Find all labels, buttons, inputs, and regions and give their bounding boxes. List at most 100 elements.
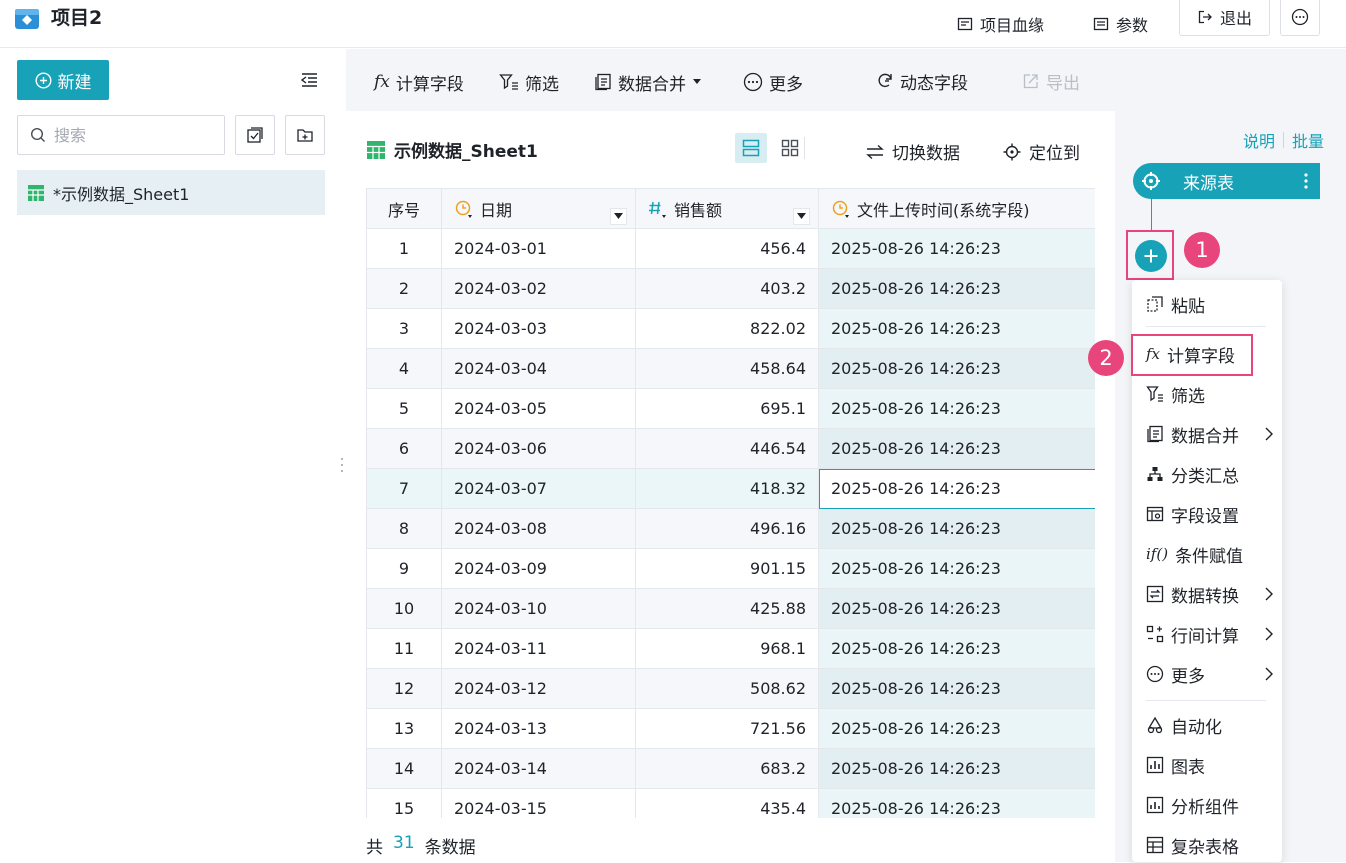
cell-sales[interactable]: 458.64 (635, 348, 819, 389)
cell-date[interactable]: 2024-03-10 (441, 588, 636, 629)
calc-field-button[interactable]: fx 计算字段 (374, 70, 464, 95)
cell-date[interactable]: 2024-03-13 (441, 708, 636, 749)
cell-index[interactable]: 15 (366, 788, 442, 818)
cell-upload-time[interactable]: 2025-08-26 14:26:23 (818, 428, 1095, 469)
data-merge-button[interactable]: 数据合并 (594, 70, 702, 95)
cell-index[interactable]: 1 (366, 228, 442, 269)
cell-date[interactable]: 2024-03-09 (441, 548, 636, 589)
cell-index[interactable]: 4 (366, 348, 442, 389)
filter-button[interactable]: 筛选 (499, 70, 559, 95)
column-dropdown-icon[interactable] (793, 207, 810, 225)
table-row[interactable]: 1 2024-03-01 456.4 2025-08-26 14:26:23 (366, 228, 1095, 269)
cell-upload-time[interactable]: 2025-08-26 14:26:23 (818, 668, 1095, 709)
cell-date[interactable]: 2024-03-04 (441, 348, 636, 389)
table-row[interactable]: 13 2024-03-13 721.56 2025-08-26 14:26:23 (366, 708, 1095, 749)
menu-item[interactable]: 数据合并 (1132, 416, 1282, 452)
cell-date[interactable]: 2024-03-08 (441, 508, 636, 549)
add-step-button[interactable] (1135, 240, 1167, 272)
menu-item[interactable]: 行间计算 (1132, 616, 1282, 652)
more-button[interactable]: 更多 (743, 70, 803, 95)
menu-item[interactable]: 字段设置 (1132, 496, 1282, 532)
col-header-upload-time[interactable]: 文件上传时间(系统字段) (818, 188, 1095, 229)
cell-sales[interactable]: 425.88 (635, 588, 819, 629)
menu-item[interactable]: 粘贴 (1132, 286, 1282, 322)
panel-resize-handle[interactable] (339, 455, 345, 475)
cell-upload-time[interactable]: 2025-08-26 14:26:23 (818, 628, 1095, 669)
collapse-sidebar-icon[interactable] (300, 72, 318, 88)
cell-index[interactable]: 9 (366, 548, 442, 589)
cell-upload-time[interactable]: 2025-08-26 14:26:23 (818, 588, 1095, 629)
cell-date[interactable]: 2024-03-03 (441, 308, 636, 349)
cell-index[interactable]: 5 (366, 388, 442, 429)
switch-data-button[interactable]: 切换数据 (866, 139, 960, 164)
table-row[interactable]: 10 2024-03-10 425.88 2025-08-26 14:26:23 (366, 588, 1095, 629)
new-button[interactable]: 新建 (17, 60, 109, 100)
cell-sales[interactable]: 508.62 (635, 668, 819, 709)
export-button[interactable]: 导出 (1022, 69, 1080, 94)
cell-date[interactable]: 2024-03-01 (441, 228, 636, 269)
menu-item[interactable]: 分类汇总 (1132, 456, 1282, 492)
cell-sales[interactable]: 456.4 (635, 228, 819, 269)
cell-index[interactable]: 10 (366, 588, 442, 629)
cell-index[interactable]: 14 (366, 748, 442, 789)
cell-date[interactable]: 2024-03-07 (441, 468, 636, 509)
cell-upload-time[interactable]: 2025-08-26 14:26:23 (818, 548, 1095, 589)
cell-upload-time[interactable]: 2025-08-26 14:26:23 (818, 308, 1095, 349)
cell-date[interactable]: 2024-03-11 (441, 628, 636, 669)
sidebar-file-item[interactable]: *示例数据_Sheet1 (17, 170, 325, 215)
cell-sales[interactable]: 418.32 (635, 468, 819, 509)
menu-item[interactable]: if() 条件赋值 (1132, 536, 1282, 572)
table-row[interactable]: 3 2024-03-03 822.02 2025-08-26 14:26:23 (366, 308, 1095, 349)
cell-upload-time[interactable]: 2025-08-26 14:26:23 (818, 268, 1095, 309)
cell-upload-time[interactable]: 2025-08-26 14:26:23 (818, 508, 1095, 549)
col-header-sales[interactable]: 销售额 (635, 188, 819, 229)
cell-sales[interactable]: 901.15 (635, 548, 819, 589)
cell-sales[interactable]: 968.1 (635, 628, 819, 669)
cell-upload-time[interactable]: 2025-08-26 14:26:23 (818, 468, 1095, 509)
menu-item[interactable]: 自动化 (1132, 707, 1282, 743)
cell-index[interactable]: 8 (366, 508, 442, 549)
cell-upload-time[interactable]: 2025-08-26 14:26:23 (818, 748, 1095, 789)
table-row[interactable]: 7 2024-03-07 418.32 2025-08-26 14:26:23 (366, 468, 1095, 509)
cell-upload-time[interactable]: 2025-08-26 14:26:23 (818, 708, 1095, 749)
table-row[interactable]: 6 2024-03-06 446.54 2025-08-26 14:26:23 (366, 428, 1095, 469)
menu-item[interactable]: 数据转换 (1132, 576, 1282, 612)
table-row[interactable]: 8 2024-03-08 496.16 2025-08-26 14:26:23 (366, 508, 1095, 549)
cell-sales[interactable]: 683.2 (635, 748, 819, 789)
cell-sales[interactable]: 822.02 (635, 308, 819, 349)
cell-date[interactable]: 2024-03-15 (441, 788, 636, 818)
cell-sales[interactable]: 695.1 (635, 388, 819, 429)
table-row[interactable]: 9 2024-03-09 901.15 2025-08-26 14:26:23 (366, 548, 1095, 589)
table-row[interactable]: 2 2024-03-02 403.2 2025-08-26 14:26:23 (366, 268, 1095, 309)
grid-view-button[interactable] (774, 133, 806, 163)
menu-item[interactable]: 分析组件 (1132, 787, 1282, 823)
table-row[interactable]: 4 2024-03-04 458.64 2025-08-26 14:26:23 (366, 348, 1095, 389)
explain-link[interactable]: 说明 (1243, 128, 1275, 152)
batch-link[interactable]: 批量 (1292, 128, 1324, 152)
cell-upload-time[interactable]: 2025-08-26 14:26:23 (818, 388, 1095, 429)
col-header-index[interactable]: 序号 (366, 188, 442, 229)
table-row[interactable]: 14 2024-03-14 683.2 2025-08-26 14:26:23 (366, 748, 1095, 789)
search-input[interactable] (54, 125, 204, 145)
menu-item[interactable]: 筛选 (1132, 376, 1282, 412)
cell-index[interactable]: 7 (366, 468, 442, 509)
cell-index[interactable]: 6 (366, 428, 442, 469)
cell-upload-time[interactable]: 2025-08-26 14:26:23 (818, 228, 1095, 269)
locate-button[interactable]: 定位到 (1003, 139, 1080, 164)
dynamic-field-button[interactable]: 动态字段 (876, 69, 968, 94)
cell-sales[interactable]: 496.16 (635, 508, 819, 549)
menu-item[interactable]: 更多 (1132, 656, 1282, 692)
cell-sales[interactable]: 435.4 (635, 788, 819, 818)
cell-sales[interactable]: 446.54 (635, 428, 819, 469)
params-button[interactable]: 参数 (1093, 6, 1148, 42)
cell-sales[interactable]: 721.56 (635, 708, 819, 749)
source-table-node[interactable]: 来源表 (1133, 163, 1320, 199)
top-more-button[interactable] (1280, 0, 1320, 36)
cell-date[interactable]: 2024-03-14 (441, 748, 636, 789)
table-row[interactable]: 5 2024-03-05 695.1 2025-08-26 14:26:23 (366, 388, 1095, 429)
cell-upload-time[interactable]: 2025-08-26 14:26:23 (818, 348, 1095, 389)
col-header-date[interactable]: 日期 (441, 188, 636, 229)
column-dropdown-icon[interactable] (610, 207, 627, 225)
new-folder-button[interactable] (285, 115, 325, 155)
cell-date[interactable]: 2024-03-06 (441, 428, 636, 469)
